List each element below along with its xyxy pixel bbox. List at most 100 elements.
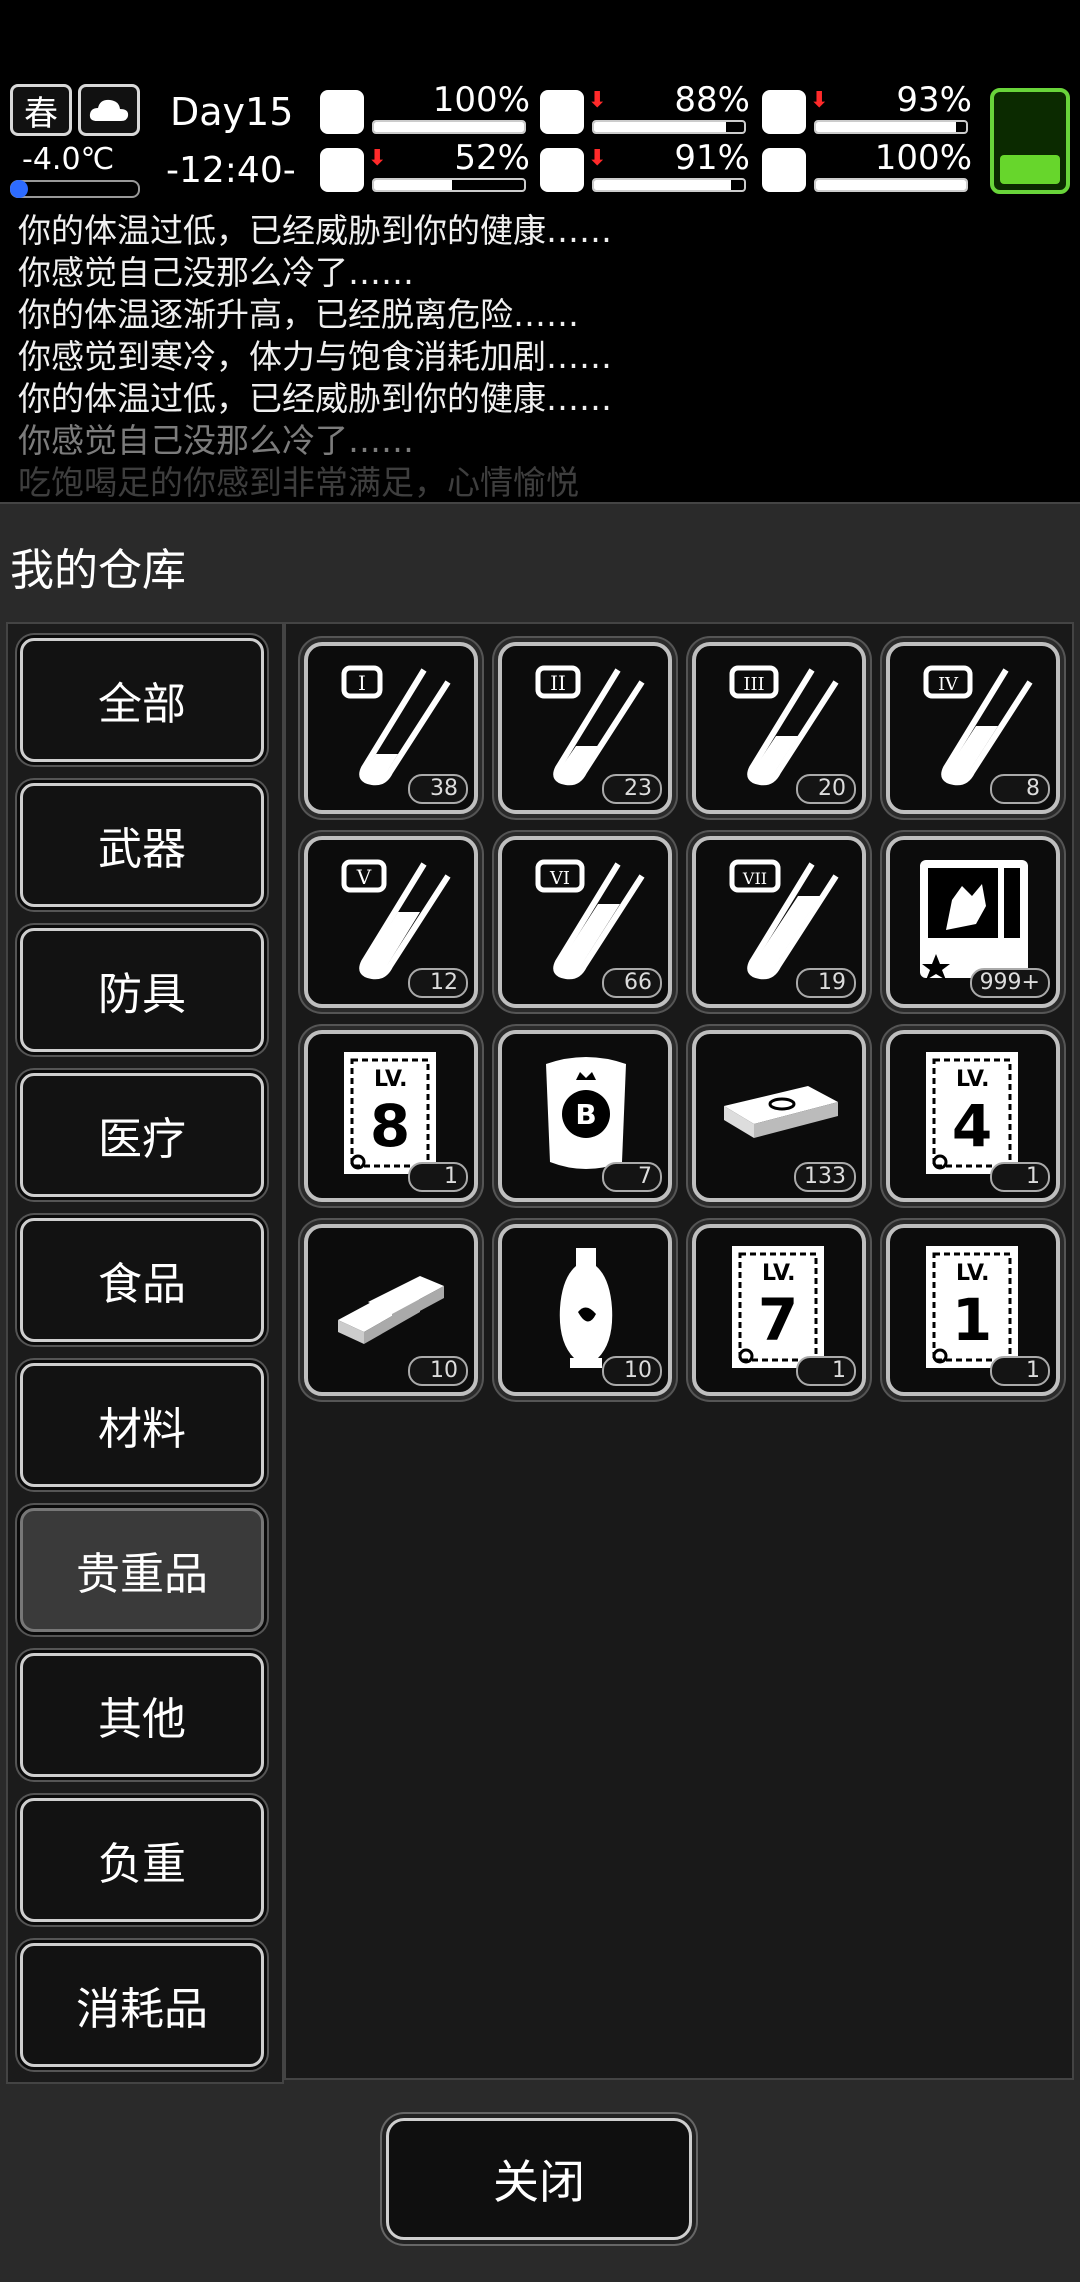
log-line: 你感觉自己没那么冷了…… (18, 421, 414, 460)
stat-thirst-value: 91% (674, 138, 750, 178)
leg-icon (320, 148, 364, 192)
test-tube-icon: III (729, 665, 839, 786)
category-list: 全部 武器 防具 医疗 食品 材料 贵重品 其他 负重 消耗品 (6, 622, 284, 2084)
item-count: 7 (602, 1162, 662, 1192)
category-medical[interactable]: 医疗 (20, 1073, 264, 1197)
item-slot[interactable]: 10 (304, 1224, 478, 1396)
item-slot[interactable]: LV. 8 1 (304, 1030, 478, 1202)
stat-thirst-bar (592, 178, 746, 192)
test-tube-icon: VII (729, 859, 839, 980)
temperature-indicator (10, 180, 28, 198)
svg-text:7: 7 (758, 1286, 798, 1354)
status-bar: 春 -4.0℃ Day15 -12:40- 100% ⬇ 88% ⬇ 93% ⬇… (0, 80, 1080, 202)
svg-text:B: B (575, 1098, 596, 1131)
svg-text:V: V (356, 865, 372, 889)
item-count: 10 (602, 1356, 662, 1386)
svg-text:LV.: LV. (762, 1261, 796, 1286)
item-slot[interactable]: V 12 (304, 836, 478, 1008)
svg-text:1: 1 (952, 1286, 992, 1354)
svg-text:VI: VI (549, 868, 570, 889)
weather-badge (78, 84, 140, 136)
item-count: 1 (990, 1162, 1050, 1192)
stat-health: 100% (320, 80, 530, 136)
log-line: 你的体温过低，已经威胁到你的健康…… (18, 211, 612, 250)
category-armor[interactable]: 防具 (20, 928, 264, 1052)
close-button[interactable]: 关闭 (386, 2118, 692, 2240)
item-count: 133 (794, 1162, 856, 1192)
category-weapons[interactable]: 武器 (20, 783, 264, 907)
gold-bars-icon (338, 1276, 444, 1344)
medkit-icon (320, 90, 364, 134)
test-tube-icon: V (341, 859, 451, 980)
stat-stamina-value: 93% (896, 80, 972, 120)
item-count: 8 (990, 774, 1050, 804)
heart-icon (762, 148, 806, 192)
item-slot[interactable]: II 23 (498, 642, 672, 814)
item-count: 1 (990, 1356, 1050, 1386)
item-count: 10 (408, 1356, 468, 1386)
stat-fatigue: ⬇ 52% (320, 138, 530, 194)
level-book-icon: LV.1 (926, 1246, 1018, 1368)
item-slot[interactable]: VII 19 (692, 836, 866, 1008)
stat-stamina: ⬇ 93% (762, 80, 972, 136)
svg-text:VII: VII (742, 869, 767, 888)
season-badge: 春 (10, 84, 72, 136)
season-label: 春 (24, 93, 58, 134)
svg-text:8: 8 (370, 1092, 410, 1160)
capsule-icon (762, 90, 806, 134)
monster-card-icon (920, 860, 1028, 980)
svg-text:I: I (358, 671, 366, 695)
item-slot[interactable]: III 20 (692, 642, 866, 814)
item-count: 66 (602, 968, 662, 998)
item-slot[interactable]: I 38 (304, 642, 478, 814)
day-counter: Day15 (170, 90, 294, 134)
category-materials[interactable]: 材料 (20, 1363, 264, 1487)
stomach-icon (540, 90, 584, 134)
log-line: 你的体温逐渐升高，已经脱离危险…… (18, 295, 579, 334)
item-count: 23 (602, 774, 662, 804)
log-line: 你感觉到寒冷，体力与饱食消耗加剧…… (18, 337, 612, 376)
item-slot[interactable]: LV. 4 1 (886, 1030, 1060, 1202)
stat-hunger: ⬇ 88% (540, 80, 750, 136)
item-slot[interactable]: B 7 (498, 1030, 672, 1202)
item-slot[interactable]: VI 66 (498, 836, 672, 1008)
cash-stack-icon (724, 1086, 838, 1138)
cloud-icon (89, 99, 129, 121)
svg-text:LV.: LV. (956, 1067, 990, 1092)
vase-icon (559, 1248, 613, 1368)
stat-mood-value: 100% (874, 138, 972, 178)
svg-text:4: 4 (952, 1092, 992, 1160)
level-book-icon: LV.4 (926, 1052, 1018, 1174)
battery-level (1000, 154, 1060, 184)
down-arrow-icon: ⬇ (810, 88, 829, 113)
svg-text:III: III (743, 674, 764, 695)
message-log: 你的体温过低，已经威胁到你的健康…… 你感觉自己没那么冷了…… 你的体温逐渐升高… (0, 210, 1080, 500)
svg-text:LV.: LV. (956, 1261, 990, 1286)
item-slot[interactable]: 999+ (886, 836, 1060, 1008)
item-slot[interactable]: LV. 1 1 (886, 1224, 1060, 1396)
category-carry[interactable]: 负重 (20, 1798, 264, 1922)
category-valuables[interactable]: 贵重品 (20, 1508, 264, 1632)
stat-stamina-bar (814, 120, 968, 134)
item-slot[interactable]: IV 8 (886, 642, 1060, 814)
category-consumables[interactable]: 消耗品 (20, 1943, 264, 2067)
stat-hunger-value: 88% (674, 80, 750, 120)
category-food[interactable]: 食品 (20, 1218, 264, 1342)
item-slot[interactable]: 10 (498, 1224, 672, 1396)
stat-hunger-bar (592, 120, 746, 134)
category-others[interactable]: 其他 (20, 1653, 264, 1777)
log-line: 你的体温过低，已经威胁到你的健康…… (18, 379, 612, 418)
item-count: 12 (408, 968, 468, 998)
test-tube-icon: II (535, 665, 645, 786)
temperature-gauge (10, 180, 140, 198)
test-tube-icon: VI (535, 859, 645, 980)
category-all[interactable]: 全部 (20, 638, 264, 762)
water-drop-icon (540, 148, 584, 192)
item-slot[interactable]: 133 (692, 1030, 866, 1202)
item-slot[interactable]: LV. 7 1 (692, 1224, 866, 1396)
stat-fatigue-value: 52% (454, 138, 530, 178)
warehouse-panel: 我的仓库 全部 武器 防具 医疗 食品 材料 贵重品 其他 负重 消耗品 I 3… (0, 502, 1080, 2282)
item-count: 38 (408, 774, 468, 804)
stat-mood-bar (814, 178, 968, 192)
bitcoin-bag-icon: B (546, 1057, 626, 1169)
